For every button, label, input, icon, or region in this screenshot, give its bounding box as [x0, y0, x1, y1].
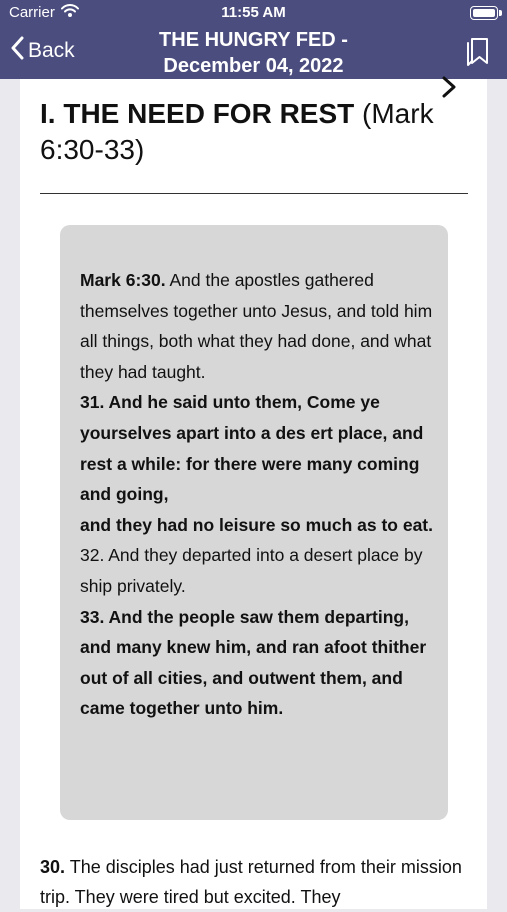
battery-icon: [470, 6, 502, 20]
section-heading: I. THE NEED FOR REST (Mark 6:30-33): [40, 96, 460, 168]
verse-33: 33. And the people saw them departing, a…: [80, 606, 427, 719]
bookmark-icon: [465, 38, 491, 70]
back-label: Back: [28, 39, 75, 62]
verse-30-reference: Mark 6:30.: [80, 270, 166, 290]
verse-31a: 31. And he said unto them, Come ye yours…: [80, 392, 424, 505]
verse-32: 32. And they departed into a desert plac…: [80, 545, 423, 596]
verse-30: Mark 6:30. And the apostles gathered the…: [80, 265, 436, 387]
page-title-line2: December 04, 2022: [163, 55, 344, 77]
chevron-right-icon: [440, 76, 458, 104]
divider: [40, 193, 468, 194]
page-title: THE HUNGRY FED - December 04, 2022: [120, 27, 387, 79]
bookmark-button[interactable]: [465, 36, 491, 71]
navigation-bar: Carrier 11:55 AM Back THE HUNGRY FED - D…: [0, 0, 507, 79]
clock: 11:55 AM: [221, 4, 286, 21]
back-button[interactable]: Back: [10, 36, 75, 66]
status-bar: Carrier 11:55 AM: [0, 0, 507, 28]
chevron-left-icon: [10, 36, 28, 66]
page-title-line1: THE HUNGRY FED -: [159, 29, 348, 51]
scripture-text: Mark 6:30. And the apostles gathered the…: [80, 265, 436, 724]
scripture-box: Mark 6:30. And the apostles gathered the…: [60, 225, 448, 820]
section-heading-title: I. THE NEED FOR REST: [40, 98, 355, 129]
commentary-number: 30.: [40, 857, 66, 877]
next-button[interactable]: [440, 74, 458, 105]
commentary-paragraph: 30. The disciples had just returned from…: [40, 852, 470, 912]
verse-31b: and they had no leisure so much as to ea…: [80, 514, 433, 535]
